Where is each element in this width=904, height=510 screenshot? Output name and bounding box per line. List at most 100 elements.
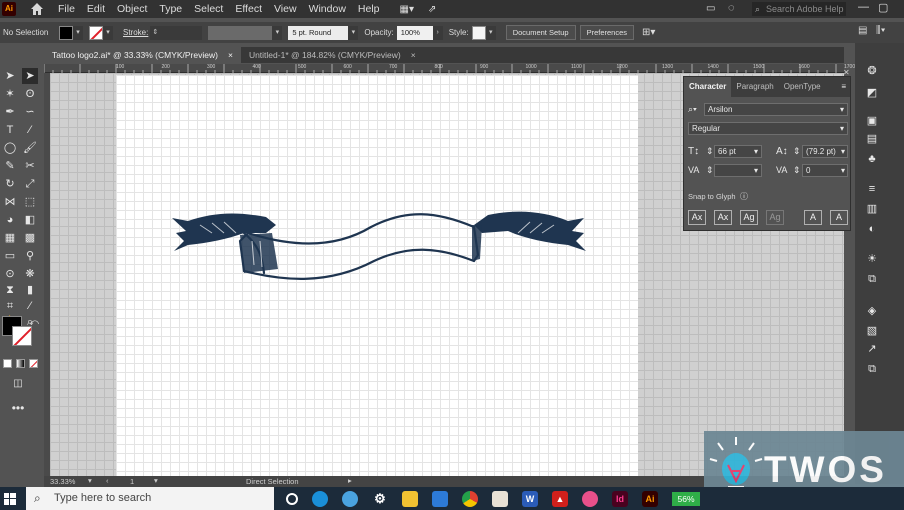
acrobat-icon[interactable]: ▲ xyxy=(552,490,568,507)
tab-opentype[interactable]: OpenType xyxy=(779,77,826,97)
color-icon[interactable]: ▣ xyxy=(865,115,879,127)
stroke-swatch[interactable] xyxy=(89,25,103,40)
style-swatch[interactable] xyxy=(471,25,486,40)
home-icon[interactable] xyxy=(30,2,44,16)
menu-view[interactable]: View xyxy=(274,3,297,15)
gradient-mode-button[interactable] xyxy=(16,359,25,368)
perspective-grid-tool-icon[interactable]: ▦ xyxy=(2,230,18,246)
indesign-icon[interactable]: Id xyxy=(612,490,628,507)
menu-help[interactable]: Help xyxy=(358,3,380,15)
menu-edit[interactable]: Edit xyxy=(87,3,105,15)
word-icon[interactable]: W xyxy=(522,490,538,507)
snap-baseline-button[interactable]: Ax xyxy=(688,210,706,225)
graphic-styles-icon[interactable]: ⧉ xyxy=(865,273,879,285)
column-graph-tool-icon[interactable]: ▮ xyxy=(22,282,38,298)
variable-width-profile[interactable] xyxy=(208,25,273,40)
font-family-field[interactable]: Arsilon ▾ xyxy=(704,103,848,116)
shape-builder-tool-icon[interactable]: ◕ xyxy=(2,212,18,228)
panel-menu-icon[interactable]: ≡ xyxy=(841,77,846,97)
snap-angular-button[interactable]: A xyxy=(804,210,822,225)
edge-browser-icon[interactable] xyxy=(312,490,328,507)
menu-object[interactable]: Object xyxy=(117,3,147,15)
app-circle-icon[interactable] xyxy=(342,490,358,507)
width-tool-icon[interactable]: ⋈ xyxy=(2,194,18,210)
snap-proximity-button[interactable]: Ag xyxy=(766,210,784,225)
kerning-stepper[interactable]: ⇕ xyxy=(706,165,714,176)
creative-cloud-icon[interactable] xyxy=(582,490,598,507)
brush-definition-field[interactable]: 5 pt. Round xyxy=(288,25,349,40)
free-transform-tool-icon[interactable]: ⬚ xyxy=(22,194,38,210)
fill-swatch[interactable] xyxy=(59,25,73,40)
workspace-switcher-icon[interactable]: ▦▾ xyxy=(400,4,414,15)
curvature-tool-icon[interactable]: ∽ xyxy=(22,104,38,120)
asset-export-icon[interactable]: ⧉ xyxy=(865,363,879,375)
menu-window[interactable]: Window xyxy=(309,3,346,15)
tracking-stepper[interactable]: ⇕ xyxy=(793,165,801,176)
chrome-icon[interactable] xyxy=(462,490,478,507)
opacity-dropdown-icon[interactable]: › xyxy=(432,25,443,40)
pencil-tool-icon[interactable]: ✎ xyxy=(2,158,18,174)
zoom-level-field[interactable]: 33.33% xyxy=(50,477,75,486)
tracking-field[interactable]: 0 ▾ xyxy=(802,164,848,177)
taskbar-search-input[interactable]: ⌕ Type here to search xyxy=(26,487,274,510)
snap-glyph-bounds-button[interactable]: Ag xyxy=(740,210,758,225)
artboard-tool-icon[interactable]: ⌗ xyxy=(2,298,18,314)
file-explorer-icon[interactable] xyxy=(402,490,418,507)
windows-start-icon[interactable] xyxy=(4,493,16,505)
snap-x-height-button[interactable]: Ax xyxy=(714,210,732,225)
stroke-label[interactable]: Stroke: xyxy=(123,28,148,37)
brushes-icon[interactable]: ♣ xyxy=(865,153,879,165)
minimize-button[interactable]: — xyxy=(858,1,869,13)
kerning-field[interactable]: ▾ xyxy=(714,164,762,177)
tab-paragraph[interactable]: Paragraph xyxy=(731,77,778,97)
menu-effect[interactable]: Effect xyxy=(235,3,262,15)
zoom-dropdown-icon[interactable]: ▾ xyxy=(88,476,92,485)
panel-close-icon[interactable]: ✕ xyxy=(843,68,850,77)
lasso-tool-icon[interactable]: ʘ xyxy=(22,86,38,102)
artboard-number-field[interactable]: 1 xyxy=(130,477,134,486)
document-setup-button[interactable]: Document Setup xyxy=(505,25,576,40)
leading-field[interactable]: (79.2 pt) ▾ xyxy=(802,145,848,158)
live-paint-tool-icon[interactable]: ◧ xyxy=(22,212,38,228)
stroke-weight-stepper[interactable]: ⇕ xyxy=(150,25,161,40)
font-size-stepper[interactable]: ⇕ xyxy=(706,146,714,157)
snap-anchor-button[interactable]: A xyxy=(830,210,848,225)
direct-selection-tool-icon[interactable]: ➤ xyxy=(22,68,38,84)
magic-wand-tool-icon[interactable]: ✶ xyxy=(2,86,18,102)
preferences-button[interactable]: Preferences xyxy=(579,25,635,40)
ribbon-artwork[interactable] xyxy=(116,75,638,476)
settings-gear-icon[interactable]: ⚙ xyxy=(372,491,388,507)
tab-untitled[interactable]: Untitled-1* @ 184.82% (CMYK/Preview) × xyxy=(241,47,424,63)
scissors-tool-icon[interactable]: ✂ xyxy=(22,158,38,174)
send-icon[interactable]: ⇗ xyxy=(428,4,436,15)
draw-mode-icon[interactable]: ◫ xyxy=(10,376,26,392)
rotate-tool-icon[interactable]: ↻ xyxy=(2,176,18,192)
help-search-input[interactable]: ⌕ Search Adobe Help xyxy=(752,2,846,16)
line-tool-icon[interactable]: ⁄ xyxy=(22,122,38,138)
selection-tool-icon[interactable]: ➤ xyxy=(2,68,18,84)
stroke-weight-field[interactable] xyxy=(160,25,203,40)
artboard[interactable] xyxy=(116,75,638,476)
arrange-documents-icon[interactable]: ▭ xyxy=(706,3,715,14)
opacity-field[interactable]: 100% xyxy=(396,25,433,40)
symbol-sprayer-tool-icon[interactable]: ❋ xyxy=(22,266,38,282)
brush-dropdown-icon[interactable]: ▾ xyxy=(348,25,359,40)
transparency-icon[interactable]: ◐ xyxy=(865,223,879,235)
gradient-icon[interactable]: ▥ xyxy=(865,203,879,215)
info-icon[interactable]: ⓘ xyxy=(740,191,748,202)
menu-type[interactable]: Type xyxy=(159,3,182,15)
libraries-icon[interactable]: ◩ xyxy=(865,87,879,99)
distribute-icon[interactable]: ⫼▾ xyxy=(876,25,885,36)
artboards-icon[interactable]: ▧ xyxy=(865,325,879,337)
type-tool-icon[interactable]: T xyxy=(2,122,18,138)
font-size-field[interactable]: 66 pt ▾ xyxy=(714,145,762,158)
graph-tool-icon[interactable]: ⧗ xyxy=(2,282,18,298)
close-tab-icon[interactable]: × xyxy=(411,47,416,63)
fill-dropdown-icon[interactable]: ▾ xyxy=(73,25,83,40)
color-mode-button[interactable] xyxy=(3,359,12,368)
mesh-tool-icon[interactable]: ▩ xyxy=(22,230,38,246)
layers-icon[interactable]: ◈ xyxy=(865,305,879,317)
task-view-icon[interactable] xyxy=(286,492,298,505)
tab-character[interactable]: Character xyxy=(684,77,732,97)
none-mode-button[interactable] xyxy=(29,359,38,368)
